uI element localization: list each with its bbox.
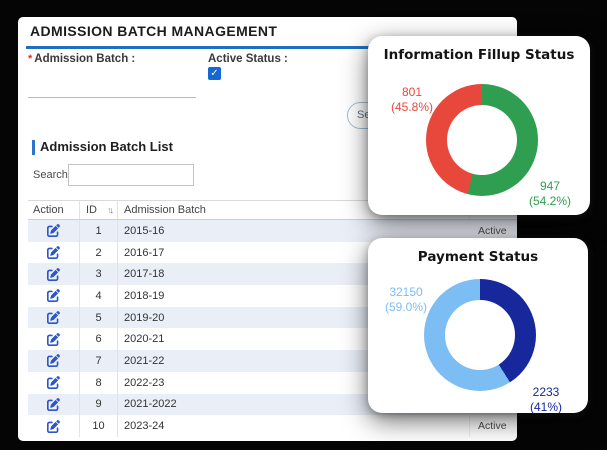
table-search-label: Search: (33, 169, 71, 181)
action-cell (28, 263, 80, 285)
id-cell: 9 (80, 394, 118, 416)
id-cell: 8 (80, 372, 118, 394)
section-accent-bar (32, 140, 35, 155)
id-cell: 4 (80, 285, 118, 307)
fillup-green-value: 947 (514, 179, 586, 194)
id-cell: 6 (80, 328, 118, 350)
screenshot-stage: ADMISSION BATCH MANAGEMENT *Admission Ba… (0, 0, 607, 450)
id-cell: 5 (80, 307, 118, 329)
id-cell: 10 (80, 415, 118, 437)
sort-icon[interactable]: ↑↓ (107, 205, 112, 215)
action-cell (28, 372, 80, 394)
payment-lightblue-value-label: 32150 (59.0%) (370, 285, 442, 315)
edit-button[interactable] (47, 332, 61, 346)
action-cell (28, 328, 80, 350)
table-row: 10 2023-24 Active (28, 415, 517, 437)
header-action: Action (28, 201, 80, 219)
id-cell: 3 (80, 263, 118, 285)
payment-lightblue-percent: (59.0%) (370, 300, 442, 315)
admission-batch-input[interactable] (28, 72, 196, 98)
action-cell (28, 242, 80, 264)
sort-down-icon: ↓ (110, 205, 113, 215)
payment-status-card: Payment Status 32150 (59.0%) 2233 (41%) (368, 238, 588, 413)
pen-to-square-icon (47, 398, 60, 411)
active-status-checkbox[interactable]: ✓ (208, 67, 221, 80)
fillup-red-value: 801 (376, 85, 448, 100)
fillup-red-value-label: 801 (45.8%) (376, 85, 448, 115)
fillup-green-percent: (54.2%) (514, 194, 586, 209)
info-fillup-status-card: Information Fillup Status 801 (45.8%) 94… (368, 36, 590, 215)
pen-to-square-icon (47, 420, 60, 433)
payment-navy-percent: (41%) (510, 400, 582, 415)
fillup-green-value-label: 947 (54.2%) (514, 179, 586, 209)
action-cell (28, 394, 80, 416)
admission-batch-label-text: Admission Batch : (34, 53, 135, 65)
payment-card-title: Payment Status (368, 249, 588, 265)
action-cell (28, 350, 80, 372)
admission-batch-label: *Admission Batch : (28, 53, 135, 65)
payment-navy-value: 2233 (510, 385, 582, 400)
status-cell: Active (470, 415, 517, 437)
header-id-label: ID (86, 204, 97, 216)
edit-button[interactable] (47, 289, 61, 303)
batch-cell: 2023-24 (118, 415, 470, 437)
payment-navy-value-label: 2233 (41%) (510, 385, 582, 415)
fillup-red-percent: (45.8%) (376, 100, 448, 115)
edit-button[interactable] (47, 419, 61, 433)
id-cell: 1 (80, 220, 118, 242)
edit-button[interactable] (47, 354, 61, 368)
id-cell: 7 (80, 350, 118, 372)
pen-to-square-icon (47, 354, 60, 367)
header-id[interactable]: ID ↑↓ (80, 201, 118, 219)
edit-button[interactable] (47, 246, 61, 260)
edit-button[interactable] (47, 311, 61, 325)
active-status-label: Active Status : (208, 53, 288, 65)
pen-to-square-icon (47, 224, 60, 237)
action-cell (28, 220, 80, 242)
pen-to-square-icon (47, 333, 60, 346)
edit-button[interactable] (47, 224, 61, 238)
pen-to-square-icon (47, 311, 60, 324)
edit-button[interactable] (47, 376, 61, 390)
action-cell (28, 307, 80, 329)
pen-to-square-icon (47, 289, 60, 302)
payment-lightblue-value: 32150 (370, 285, 442, 300)
info-fillup-card-title: Information Fillup Status (368, 47, 590, 63)
edit-button[interactable] (47, 267, 61, 281)
table-search-input[interactable] (68, 164, 194, 186)
list-section-title: Admission Batch List (40, 139, 173, 154)
pen-to-square-icon (47, 376, 60, 389)
id-cell: 2 (80, 242, 118, 264)
pen-to-square-icon (47, 246, 60, 259)
checkmark-icon: ✓ (210, 68, 218, 79)
page-title: ADMISSION BATCH MANAGEMENT (30, 23, 277, 39)
pen-to-square-icon (47, 268, 60, 281)
action-cell (28, 285, 80, 307)
edit-button[interactable] (47, 397, 61, 411)
required-asterisk: * (28, 53, 32, 65)
action-cell (28, 415, 80, 437)
